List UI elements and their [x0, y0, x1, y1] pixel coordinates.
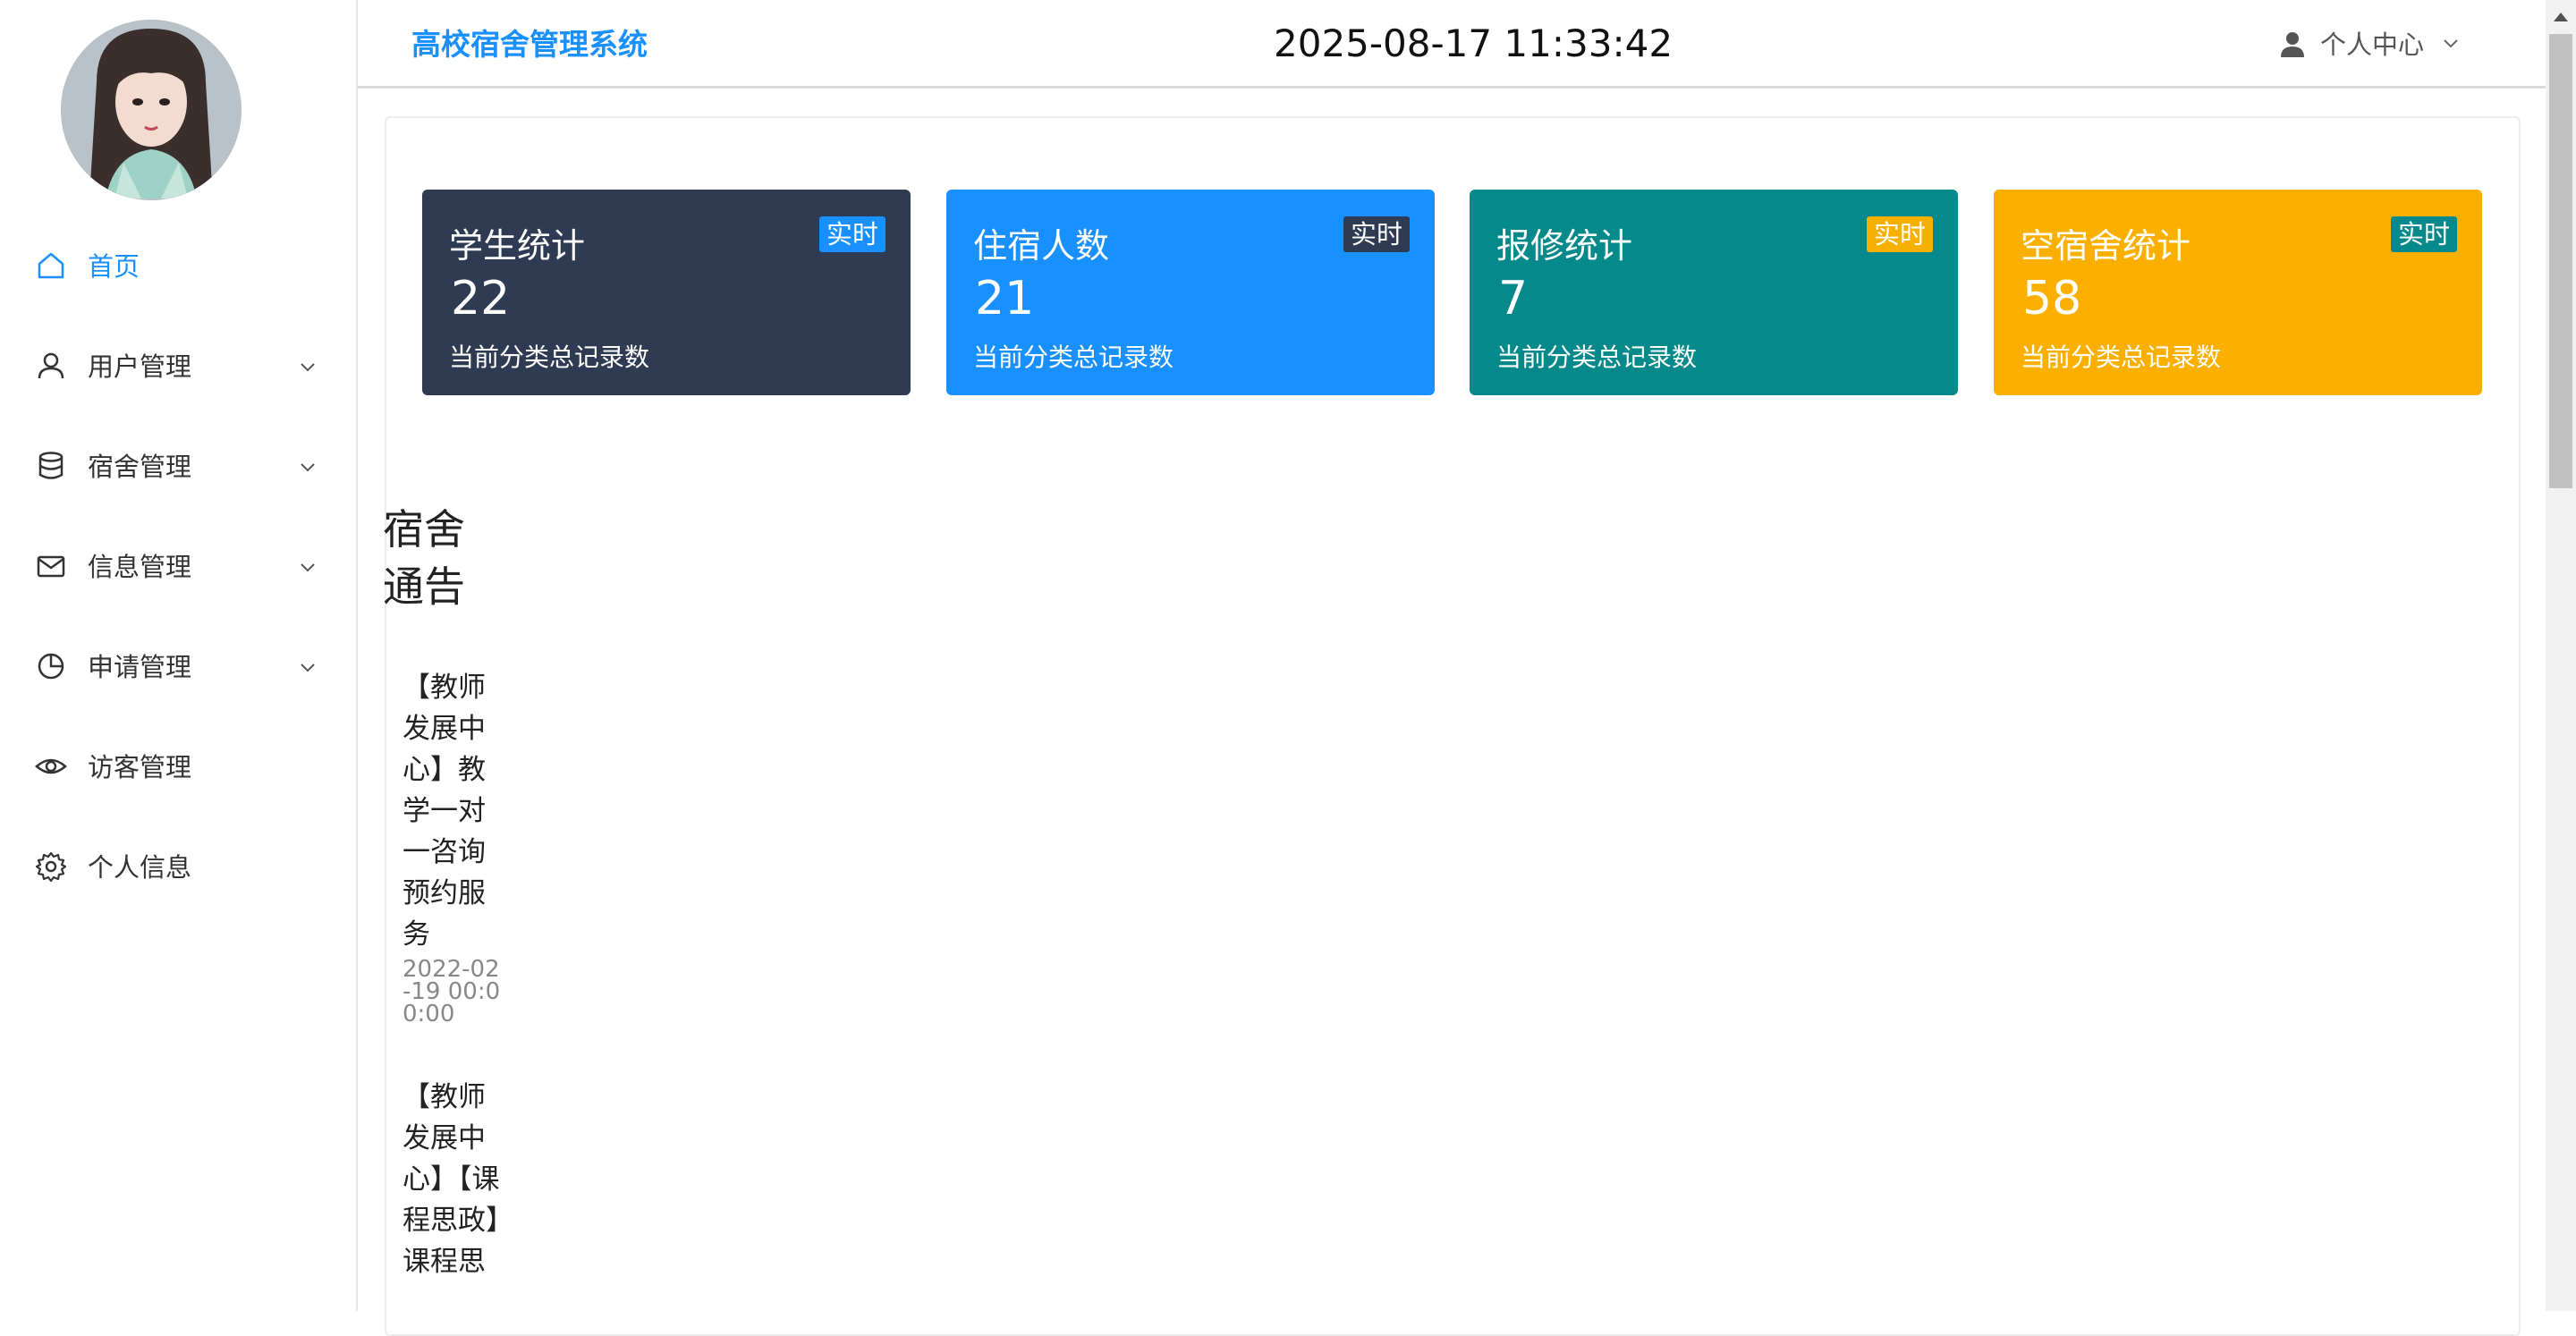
sidebar: 首页 用户管理 宿舍管理 信息管理 申请管理 访客管理 个人信息	[0, 0, 358, 1311]
eye-icon	[35, 758, 67, 774]
user-center-label: 个人中心	[2320, 30, 2425, 60]
database-icon	[38, 452, 64, 479]
stat-card-repairs[interactable]: 报修统计 实时 7 当前分类总记录数	[1470, 190, 1958, 395]
stat-card-desc: 当前分类总记录数	[1496, 342, 1698, 372]
mail-icon	[37, 555, 65, 578]
stat-card-title: 住宿人数	[973, 226, 1110, 266]
sidebar-item-profile[interactable]: 个人信息	[0, 830, 356, 905]
stat-card-value: 21	[975, 272, 1035, 326]
stat-card-desc: 当前分类总记录数	[2021, 342, 2222, 372]
sidebar-item-label: 宿舍管理	[88, 452, 192, 482]
sidebar-item-label: 信息管理	[88, 552, 192, 582]
chevron-down-icon	[301, 664, 315, 672]
gear-icon	[35, 851, 67, 883]
notice-item-title[interactable]: 【教师发展中心】【课程思政】课程思	[402, 1077, 501, 1282]
sidebar-item-label: 首页	[88, 251, 140, 282]
stat-card-empty-dorms[interactable]: 空宿舍统计 实时 58 当前分类总记录数	[1994, 190, 2482, 395]
stat-card-residents[interactable]: 住宿人数 实时 21 当前分类总记录数	[946, 190, 1435, 395]
stat-card-title: 学生统计	[449, 226, 586, 266]
stat-card-value: 58	[2022, 272, 2082, 326]
sidebar-item-users[interactable]: 用户管理	[0, 329, 356, 404]
chevron-down-icon	[301, 563, 315, 572]
sidebar-item-home[interactable]: 首页	[0, 229, 356, 304]
stat-card-title: 报修统计	[1496, 226, 1633, 266]
sidebar-item-label: 访客管理	[88, 752, 192, 782]
sidebar-item-label: 个人信息	[88, 852, 192, 883]
notice-item-date: 2022-02-19 00:00:00	[402, 956, 501, 1027]
stat-card-desc: 当前分类总记录数	[973, 342, 1174, 372]
scrollbar-thumb[interactable]	[2549, 34, 2572, 488]
chevron-down-icon	[2444, 39, 2458, 48]
realtime-badge: 实时	[2390, 216, 2457, 252]
stat-card-value: 22	[451, 272, 511, 326]
sidebar-item-dorms[interactable]: 宿舍管理	[0, 429, 356, 504]
user-icon	[38, 352, 64, 379]
datetime-display: 2025-08-17 11:33:42	[1274, 21, 1674, 65]
realtime-badge: 实时	[818, 216, 886, 252]
sidebar-item-info[interactable]: 信息管理	[0, 529, 356, 605]
stat-card-value: 7	[1498, 272, 1529, 326]
chevron-down-icon	[301, 363, 315, 372]
chevron-down-icon	[301, 463, 315, 472]
stat-card-desc: 当前分类总记录数	[449, 342, 650, 372]
user-avatar-icon	[2281, 32, 2304, 57]
realtime-badge: 实时	[1866, 216, 1933, 252]
sidebar-item-applications[interactable]: 申请管理	[0, 630, 356, 705]
home-icon	[38, 252, 64, 279]
sidebar-item-label: 用户管理	[88, 351, 192, 382]
pie-chart-icon	[38, 653, 64, 680]
realtime-badge: 实时	[1343, 216, 1410, 252]
app-title: 高校宿舍管理系统	[411, 27, 648, 62]
stat-card-students[interactable]: 学生统计 实时 22 当前分类总记录数	[422, 190, 911, 395]
notice-item-title[interactable]: 【教师发展中心】教学一对一咨询预约服务	[402, 667, 501, 955]
sidebar-item-visitors[interactable]: 访客管理	[0, 730, 356, 805]
notice-item[interactable]: 【教师发展中心】【课程思政】课程思	[402, 1077, 501, 1282]
scroll-up-arrow-icon[interactable]	[2554, 13, 2568, 21]
top-header: 高校宿舍管理系统 2025-08-17 11:33:42 个人中心	[358, 0, 2546, 89]
stat-card-title: 空宿舍统计	[2021, 226, 2191, 266]
notice-item[interactable]: 【教师发展中心】教学一对一咨询预约服务 2022-02-19 00:00:00	[402, 667, 501, 1026]
page-scrollbar[interactable]	[2546, 0, 2576, 1311]
avatar[interactable]	[61, 20, 242, 200]
notice-section-title: 宿舍通告	[383, 505, 465, 611]
sidebar-item-label: 申请管理	[88, 652, 192, 682]
